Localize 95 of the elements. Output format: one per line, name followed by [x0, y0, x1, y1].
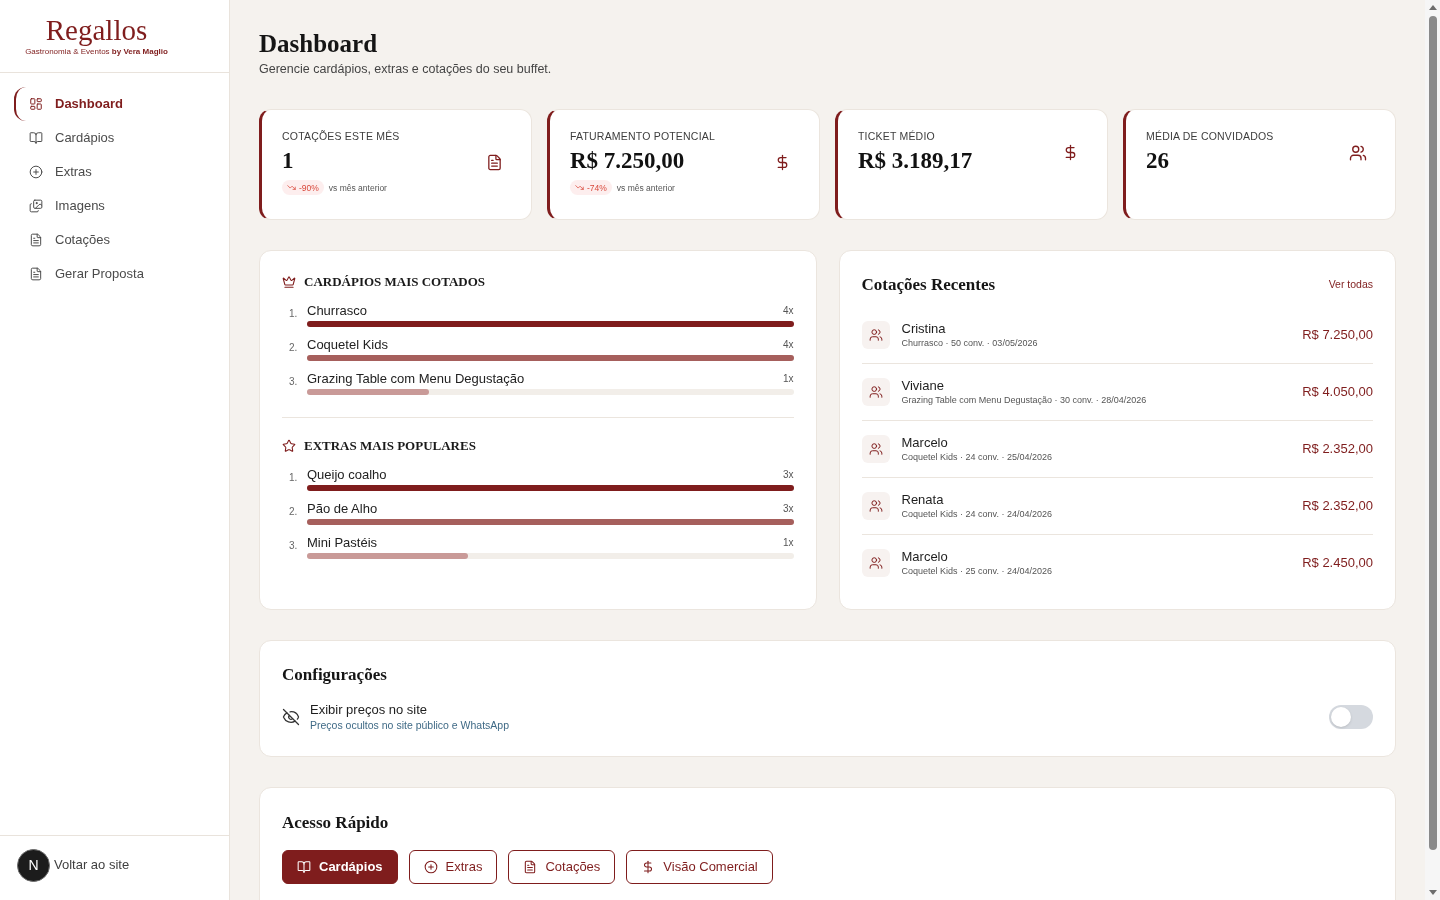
change-percent: -74%	[587, 182, 607, 193]
panel-title: Cotações Recentes	[861, 274, 996, 296]
item-name: Queijo coalho	[307, 466, 387, 483]
toggle-switch[interactable]	[1329, 705, 1373, 729]
star-icon	[282, 439, 296, 453]
quote-amount: R$ 2.450,00	[1302, 554, 1373, 573]
back-to-site-link[interactable]: Voltar ao site	[54, 851, 130, 879]
logo-wordmark: Regallos	[45, 15, 148, 45]
item-name: Churrasco	[307, 302, 367, 319]
rank-number: 1.	[288, 471, 299, 485]
quick-access-button[interactable]: Cardápios	[282, 850, 398, 884]
quote-details: Coquetel Kids · 24 conv. · 25/04/2026	[901, 451, 1052, 463]
quick-access-button[interactable]: Visão Comercial	[626, 850, 773, 884]
stat-value: 1	[282, 147, 295, 175]
item-name: Mini Pastéis	[307, 534, 378, 551]
trend-down-icon	[575, 183, 584, 192]
item-count: 4x	[782, 304, 794, 317]
scroll-up-arrow-icon[interactable]	[1428, 5, 1437, 10]
open-book-icon	[29, 131, 43, 145]
rank-number: 1.	[288, 307, 299, 321]
plus-circle-icon	[423, 860, 438, 874]
item-count: 3x	[782, 468, 794, 481]
quote-details: Coquetel Kids · 24 conv. · 24/04/2026	[901, 508, 1052, 520]
quote-amount: R$ 2.352,00	[1302, 440, 1373, 459]
stat-label: TICKET MÉDIO	[858, 129, 936, 143]
stat-value: R$ 3.189,17	[858, 147, 973, 175]
stat-value: R$ 7.250,00	[570, 147, 686, 175]
trend-down-icon	[287, 183, 296, 192]
item-count: 3x	[782, 502, 794, 515]
stat-label: MÉDIA DE CONVIDADOS	[1146, 129, 1274, 143]
nav-item[interactable]: Extras	[14, 155, 215, 189]
stat-value: 26	[1146, 147, 1170, 175]
client-name: Marcelo	[901, 435, 948, 451]
nav-item[interactable]: Cotações	[14, 223, 215, 257]
setting-description: Preços ocultos no site público e WhatsApp	[310, 718, 510, 732]
nav-item[interactable]: Dashboard	[14, 87, 215, 121]
change-caption: vs mês anterior	[616, 182, 675, 193]
users-icon	[861, 435, 890, 463]
quote-details: Churrasco · 50 conv. · 03/05/2026	[901, 337, 1038, 349]
change-percent: -90%	[299, 182, 319, 193]
client-name: Marcelo	[901, 549, 948, 565]
users-icon	[861, 378, 890, 406]
dashboard-grid-icon	[29, 97, 43, 111]
quick-access-button[interactable]: Extras	[408, 850, 498, 884]
quote-amount: R$ 7.250,00	[1302, 326, 1373, 345]
item-name: Grazing Table com Menu Degustação	[307, 370, 525, 387]
item-count: 4x	[782, 338, 794, 351]
document-icon	[29, 233, 43, 247]
rank-number: 3.	[288, 539, 299, 553]
section-heading: EXTRAS MAIS POPULARES	[304, 437, 476, 455]
client-name: Cristina	[901, 321, 946, 337]
quote-amount: R$ 2.352,00	[1302, 497, 1373, 516]
page-subtitle: Gerencie cardápios, extras e cotações do seu buffet.	[259, 61, 553, 77]
stat-label: FATURAMENTO POTENCIAL	[570, 129, 715, 143]
change-caption: vs mês anterior	[328, 182, 387, 193]
nav-item[interactable]: Imagens	[14, 189, 215, 223]
rank-number: 2.	[288, 505, 299, 519]
quote-amount: R$ 4.050,00	[1302, 383, 1373, 402]
page-title: Dashboard	[259, 29, 379, 59]
client-name: Renata	[901, 492, 944, 508]
images-icon	[29, 199, 43, 213]
quote-details: Coquetel Kids · 25 conv. · 24/04/2026	[901, 565, 1052, 577]
users-icon	[1349, 143, 1367, 162]
nav-item[interactable]: Gerar Proposta	[14, 257, 215, 291]
rank-number: 3.	[288, 375, 299, 389]
nav-item[interactable]: Cardápios	[14, 121, 215, 155]
users-icon	[861, 492, 890, 520]
section-heading: CARDÁPIOS MAIS COTADOS	[304, 273, 486, 291]
panel-title: Acesso Rápido	[282, 812, 390, 834]
dev-tools-badge[interactable]: N	[17, 849, 50, 882]
plus-circle-icon	[29, 165, 43, 179]
document-icon	[523, 860, 538, 874]
rank-number: 2.	[288, 341, 299, 355]
item-count: 1x	[782, 536, 794, 549]
quote-details: Grazing Table com Menu Degustação · 30 conv. · 28/04/2026	[901, 394, 1147, 406]
see-all-link[interactable]: Ver todas	[1328, 277, 1373, 293]
open-book-icon	[297, 860, 311, 874]
eye-off-icon	[282, 708, 300, 726]
scroll-down-arrow-icon[interactable]	[1428, 890, 1437, 895]
document-icon	[29, 267, 43, 281]
quick-access-button[interactable]: Cotações	[508, 850, 616, 884]
users-icon	[861, 321, 890, 349]
crown-icon	[282, 275, 296, 289]
panel-title: Configurações	[282, 664, 388, 686]
users-icon	[861, 549, 890, 577]
scrollbar[interactable]	[1425, 0, 1440, 900]
logo-tagline: Gastronomia & Eventos by Vera Maglio	[25, 47, 168, 57]
setting-label: Exibir preços no site	[310, 702, 428, 718]
stat-label: COTAÇÕES ESTE MÊS	[282, 129, 400, 143]
item-name: Coquetel Kids	[307, 336, 388, 353]
client-name: Viviane	[901, 378, 944, 394]
document-icon	[486, 153, 503, 171]
item-count: 1x	[782, 372, 794, 385]
scrollbar-thumb[interactable]	[1428, 16, 1437, 850]
item-name: Pão de Alho	[307, 500, 378, 517]
